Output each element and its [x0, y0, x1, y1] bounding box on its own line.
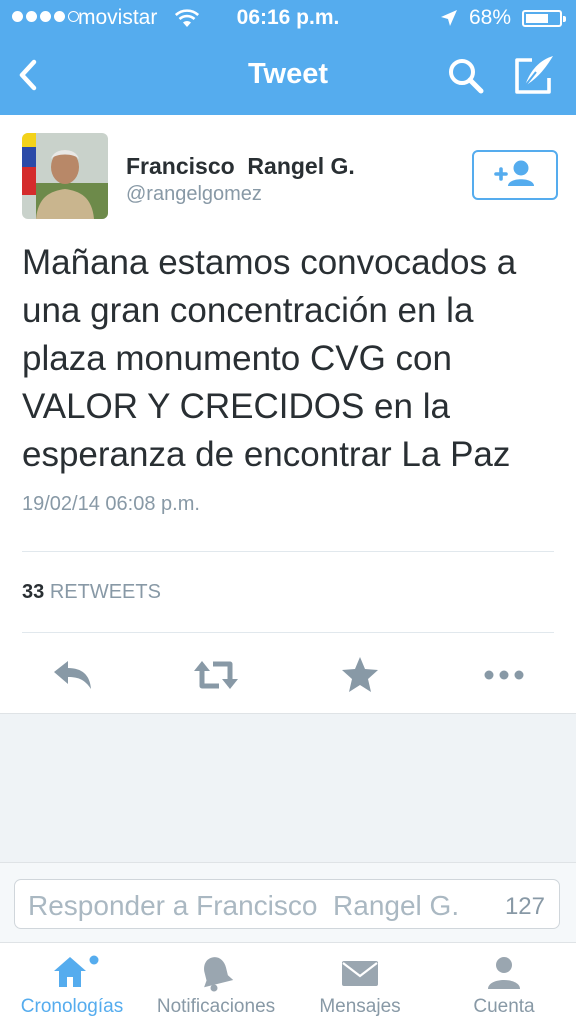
tab-notificaciones[interactable]: Notificaciones	[144, 943, 288, 1025]
author-handle[interactable]: @rangelgomez	[126, 183, 262, 206]
more-icon[interactable]	[479, 653, 529, 697]
top-bar: movistar 06:16 p.m. 68% Tweet	[0, 0, 576, 115]
author-name[interactable]: Francisco Rangel G.	[126, 153, 355, 180]
divider	[22, 551, 554, 552]
battery-icon	[522, 10, 566, 27]
character-count: 127	[504, 893, 545, 920]
add-user-icon	[494, 160, 534, 186]
tweet-timestamp: 19/02/14 06:08 p.m.	[22, 493, 200, 515]
reply-bar: Responder a Francisco Rangel G. 127	[0, 862, 576, 943]
compose-icon[interactable]	[510, 52, 560, 98]
home-icon	[54, 955, 99, 987]
tab-label: Cuenta	[473, 996, 535, 1017]
tab-cronologias[interactable]: Cronologías	[0, 943, 144, 1025]
tweet-detail: Francisco Rangel G. @rangelgomez Mañana …	[0, 115, 576, 714]
tab-mensajes[interactable]: Mensajes	[288, 943, 432, 1025]
tab-bar: Cronologías Notificaciones Mensajes Cuen…	[0, 942, 576, 1025]
battery-fill	[526, 14, 548, 23]
retweet-label: RETWEETS	[49, 581, 161, 603]
tab-cuenta[interactable]: Cuenta	[432, 943, 576, 1025]
divider	[22, 632, 554, 633]
reply-placeholder: Responder a Francisco Rangel G.	[28, 890, 460, 921]
page-title: Tweet	[247, 58, 329, 90]
favorite-icon[interactable]	[335, 653, 385, 697]
tab-label: Cronologías	[20, 996, 124, 1017]
retweet-icon[interactable]	[191, 653, 241, 697]
retweet-count: 33	[22, 581, 45, 603]
follow-button[interactable]	[472, 150, 558, 200]
search-icon[interactable]	[444, 55, 488, 97]
status-bar: movistar 06:16 p.m. 68%	[0, 0, 576, 36]
bell-icon	[204, 957, 234, 992]
reply-icon[interactable]	[48, 653, 98, 697]
retweet-stats[interactable]: 33 RETWEETS	[22, 581, 161, 604]
tab-label: Mensajes	[319, 996, 401, 1017]
location-arrow-icon	[441, 10, 457, 26]
person-icon	[488, 957, 520, 989]
envelope-icon	[342, 961, 378, 986]
tab-label: Notificaciones	[156, 996, 276, 1017]
reply-input[interactable]: Responder a Francisco Rangel G. 127	[14, 879, 560, 929]
avatar[interactable]	[22, 133, 108, 219]
tweet-text: Mañana estamos convocados a una gran con…	[22, 243, 517, 474]
battery-percent: 68%	[469, 6, 512, 29]
